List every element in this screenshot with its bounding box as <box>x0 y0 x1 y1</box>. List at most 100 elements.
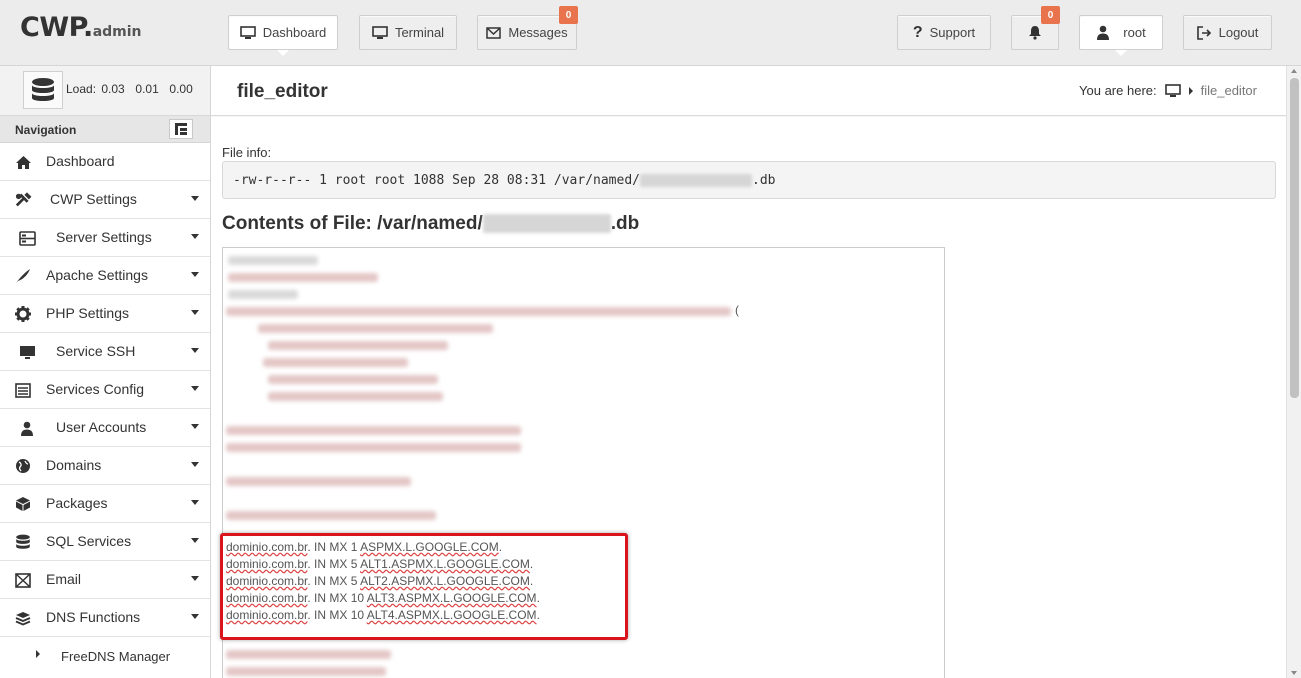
load-box: Load: 0.03 0.01 0.00 <box>0 66 210 116</box>
redacted-line <box>226 477 411 486</box>
sidebar-item-user-accounts[interactable]: User Accounts <box>0 409 210 447</box>
redacted-line <box>263 358 408 367</box>
messages-button[interactable]: Messages 0 <box>477 6 578 50</box>
file-info-text: -rw-r--r-- 1 root root 1088 Sep 28 08:31… <box>233 173 640 188</box>
sidebar-item-cwp-settings[interactable]: CWP Settings <box>0 181 210 219</box>
question-icon: ? <box>912 23 923 41</box>
dashboard-label: Dashboard <box>262 25 327 40</box>
sidebar-item-service-ssh[interactable]: Service SSH <box>0 333 210 371</box>
chevron-down-icon <box>191 348 199 353</box>
sidebar-item-domains[interactable]: Domains <box>0 447 210 485</box>
dashboard-button[interactable]: Dashboard <box>228 15 338 56</box>
home-icon <box>14 154 32 170</box>
logout-icon <box>1196 25 1211 40</box>
chevron-down-icon <box>191 310 199 315</box>
sidebar-item-php-settings[interactable]: PHP Settings <box>0 295 210 333</box>
sidebar-item-apache-settings[interactable]: Apache Settings <box>0 257 210 295</box>
sidebar-item-label: Server Settings <box>56 229 152 245</box>
server-icon <box>18 230 36 246</box>
user-label: root <box>1123 25 1146 40</box>
sidebar-item-label: Packages <box>46 495 108 511</box>
chevron-right-icon <box>1188 86 1193 95</box>
logo-suffix: admin <box>92 24 142 40</box>
bell-icon <box>1029 26 1041 40</box>
sidebar-item-label: PHP Settings <box>46 305 130 321</box>
file-info-label: File info: <box>222 145 272 160</box>
sidebar-item-packages[interactable]: Packages <box>0 485 210 523</box>
navigation-heading: Navigation <box>0 116 210 143</box>
contents-title: Contents of File: /var/named/.db <box>222 213 640 234</box>
redacted-line <box>226 667 386 676</box>
redacted-filename <box>482 214 611 234</box>
support-button[interactable]: ? Support <box>897 15 991 50</box>
chevron-down-icon <box>191 500 199 505</box>
cwp-logo[interactable]: CWP.admin <box>20 12 142 43</box>
sidebar-subitem-freedns-manager[interactable]: FreeDNS Manager <box>0 637 210 673</box>
sidebar-toggle-button[interactable] <box>169 119 193 139</box>
user-menu-button[interactable]: root <box>1079 15 1163 56</box>
file-info-box: -rw-r--r-- 1 root root 1088 Sep 28 08:31… <box>222 161 1276 199</box>
sidebar-item-email[interactable]: Email <box>0 561 210 599</box>
sidebar-item-label: DNS Functions <box>46 609 141 625</box>
breadcrumb-current[interactable]: file_editor <box>1201 83 1257 98</box>
redacted-line <box>228 273 378 282</box>
layout-icon <box>175 123 187 135</box>
breadcrumb-prefix: You are here: <box>1079 83 1157 98</box>
globe-icon <box>14 458 32 474</box>
page-header: file_editor You are here: file_editor <box>211 66 1286 116</box>
chevron-down-icon <box>191 196 199 201</box>
sidebar-item-label: Dashboard <box>46 153 115 169</box>
chevron-down-icon <box>191 614 199 619</box>
terminal-label: Terminal <box>394 25 445 40</box>
redacted-line <box>226 426 521 435</box>
redacted-line <box>268 341 448 350</box>
envelope-icon <box>14 572 32 588</box>
file-info-extension: .db <box>752 173 776 188</box>
sidebar-item-dashboard[interactable]: Dashboard <box>0 143 210 181</box>
sidebar-item-label: CWP Settings <box>50 191 137 207</box>
highlight-box <box>220 533 628 640</box>
monitor-icon <box>239 25 256 39</box>
logout-button[interactable]: Logout <box>1183 15 1272 50</box>
monitor-icon[interactable] <box>1164 83 1181 98</box>
list-icon <box>14 382 32 398</box>
sidebar-item-dns-functions[interactable]: DNS Functions <box>0 599 210 637</box>
user-icon <box>1097 25 1110 40</box>
sidebar-item-label: SQL Services <box>46 533 132 549</box>
load-average: Load: 0.03 0.01 0.00 <box>66 82 193 96</box>
sidebar-item-label: User Accounts <box>56 419 147 435</box>
sidebar-item-server-settings[interactable]: Server Settings <box>0 219 210 257</box>
sidebar-item-label: Service SSH <box>56 343 136 359</box>
chevron-down-icon <box>191 424 199 429</box>
notifications-button[interactable]: 0 <box>1011 6 1060 50</box>
monitor-icon <box>18 344 36 360</box>
chevron-down-icon <box>191 234 199 239</box>
scrollbar-thumb[interactable] <box>1290 78 1299 398</box>
page-title: file_editor <box>237 81 328 102</box>
sidebar-item-label: Services Config <box>46 381 145 397</box>
messages-label: Messages <box>508 25 568 40</box>
redacted-line <box>226 511 436 520</box>
sidebar-item-label: Email <box>46 571 82 587</box>
sidebar-item-sql-services[interactable]: SQL Services <box>0 523 210 561</box>
scroll-up-icon[interactable] <box>1291 69 1297 73</box>
paren-char: ( <box>735 303 739 317</box>
sidebar-item-label: Apache Settings <box>46 267 148 283</box>
messages-count-badge: 0 <box>559 6 578 24</box>
redacted-line <box>268 392 443 401</box>
terminal-button[interactable]: Terminal <box>359 15 457 50</box>
top-bar: CWP.admin Dashboard Terminal Messages 0 … <box>0 0 1301 66</box>
redacted-line <box>226 307 731 316</box>
sidebar-item-services-config[interactable]: Services Config <box>0 371 210 409</box>
page-scrollbar[interactable] <box>1286 66 1301 678</box>
support-label: Support <box>929 25 976 40</box>
chevron-down-icon <box>191 386 199 391</box>
feather-icon <box>14 268 32 284</box>
monitor-icon <box>372 25 388 39</box>
redacted-line <box>258 324 493 333</box>
package-icon <box>14 496 32 512</box>
database-icon[interactable] <box>23 71 63 109</box>
redacted-line <box>228 256 318 265</box>
scroll-down-icon[interactable] <box>1291 671 1297 675</box>
gear-icon <box>14 306 32 322</box>
